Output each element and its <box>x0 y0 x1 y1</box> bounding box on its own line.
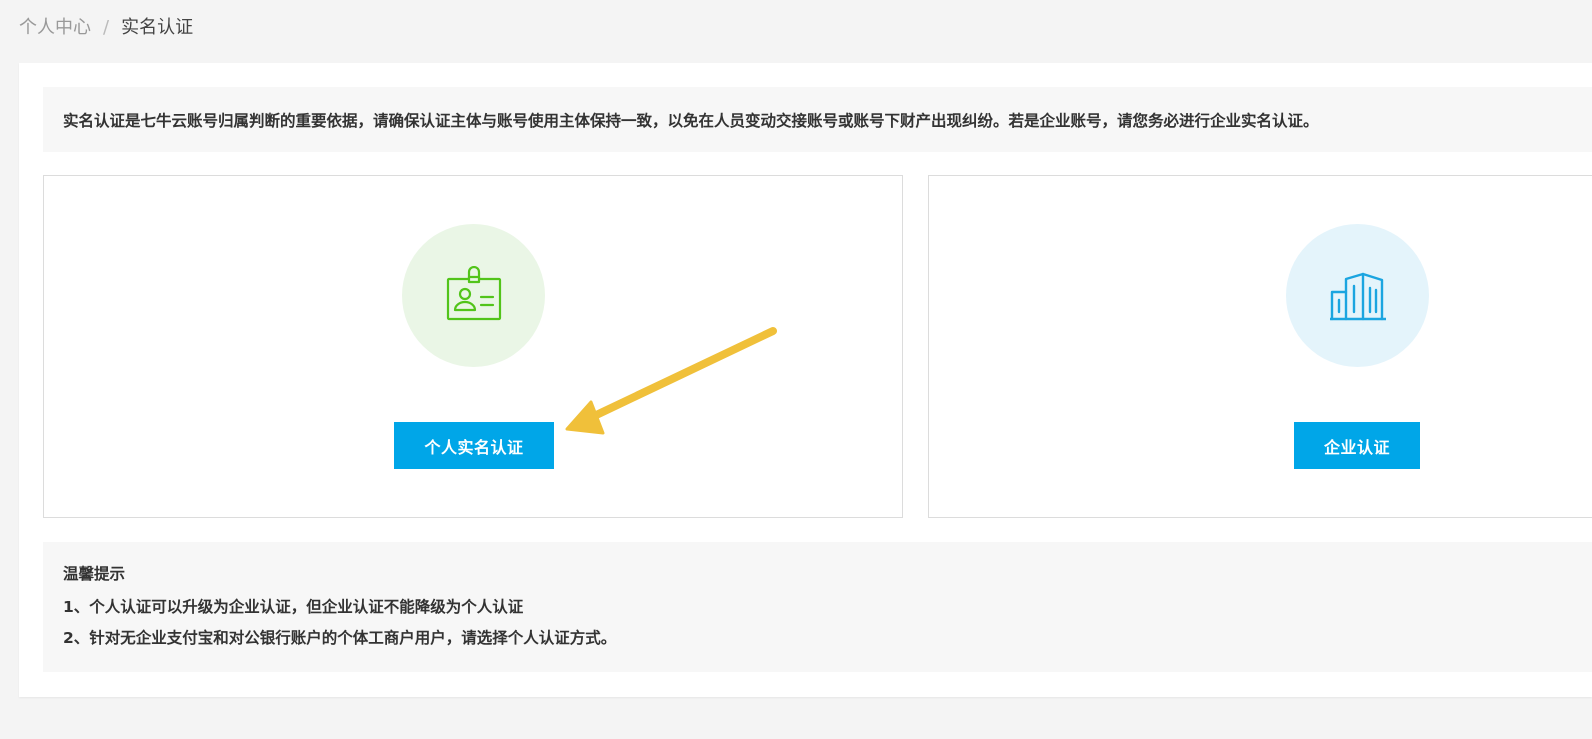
notice-text: 实名认证是七牛云账号归属判断的重要依据，请确保认证主体与账号使用主体保持一致，以… <box>63 111 1319 130</box>
id-card-icon <box>446 265 502 326</box>
personal-icon-circle <box>402 224 545 367</box>
breadcrumb-personal-center[interactable]: 个人中心 <box>19 15 91 41</box>
tips-title: 温馨提示 <box>63 565 126 583</box>
breadcrumb: 个人中心 / 实名认证 <box>19 15 193 41</box>
notice-banner: 实名认证是七牛云账号归属判断的重要依据，请确保认证主体与账号使用主体保持一致，以… <box>43 87 1592 152</box>
personal-auth-button[interactable]: 个人实名认证 <box>394 422 554 469</box>
enterprise-auth-button[interactable]: 企业认证 <box>1294 422 1420 469</box>
breadcrumb-current: 实名认证 <box>121 17 194 38</box>
building-icon <box>1328 266 1387 326</box>
enterprise-auth-panel: 企业认证 <box>928 175 1592 518</box>
main-card: 实名认证是七牛云账号归属判断的重要依据，请确保认证主体与账号使用主体保持一致，以… <box>19 63 1592 697</box>
personal-auth-panel: 个人实名认证 <box>43 175 903 518</box>
breadcrumb-separator: / <box>103 17 110 38</box>
tip-line-2: 2、针对无企业支付宝和对公银行账户的个体工商户用户，请选择个人认证方式。 <box>63 629 617 647</box>
tip-line-1: 1、个人认证可以升级为企业认证，但企业认证不能降级为个人认证 <box>63 598 524 616</box>
enterprise-icon-circle <box>1286 224 1429 367</box>
tips-box: 温馨提示 1、个人认证可以升级为企业认证，但企业认证不能降级为个人认证 2、针对… <box>43 542 1592 672</box>
